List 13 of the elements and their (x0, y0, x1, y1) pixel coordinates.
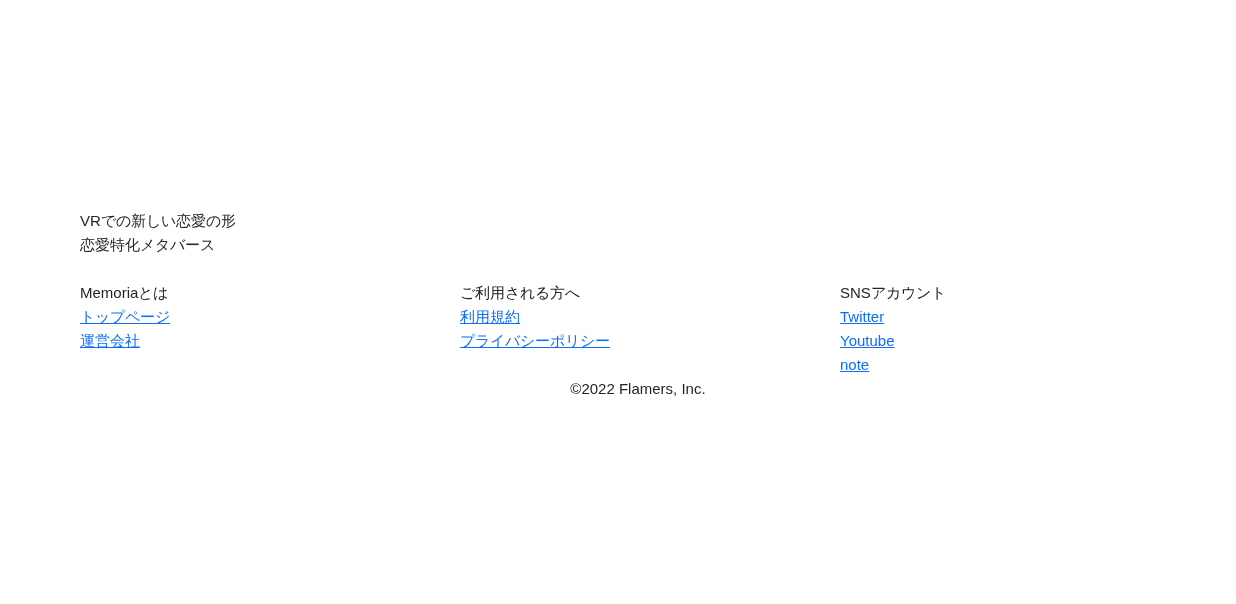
copyright-text: ©2022 Flamers, Inc. (570, 379, 706, 399)
footer-link[interactable]: 利用規約 (460, 305, 520, 329)
footer-link[interactable]: note (840, 353, 870, 377)
column-heading: ご利用される方へ (460, 283, 580, 303)
column-heading: SNSアカウント (840, 283, 946, 303)
footer-link[interactable]: Twitter (840, 305, 885, 329)
footer-link[interactable]: プライバシーポリシー (460, 329, 610, 353)
tagline-text: 恋愛特化メタバース (80, 235, 215, 255)
footer-link[interactable]: Youtube (840, 329, 895, 353)
footer-link[interactable]: 運営会社 (80, 329, 140, 353)
footer-link[interactable]: トップページ (80, 305, 170, 329)
column-heading: Memoriaとは (80, 283, 169, 303)
tagline-text: VRでの新しい恋愛の形 (80, 211, 236, 231)
